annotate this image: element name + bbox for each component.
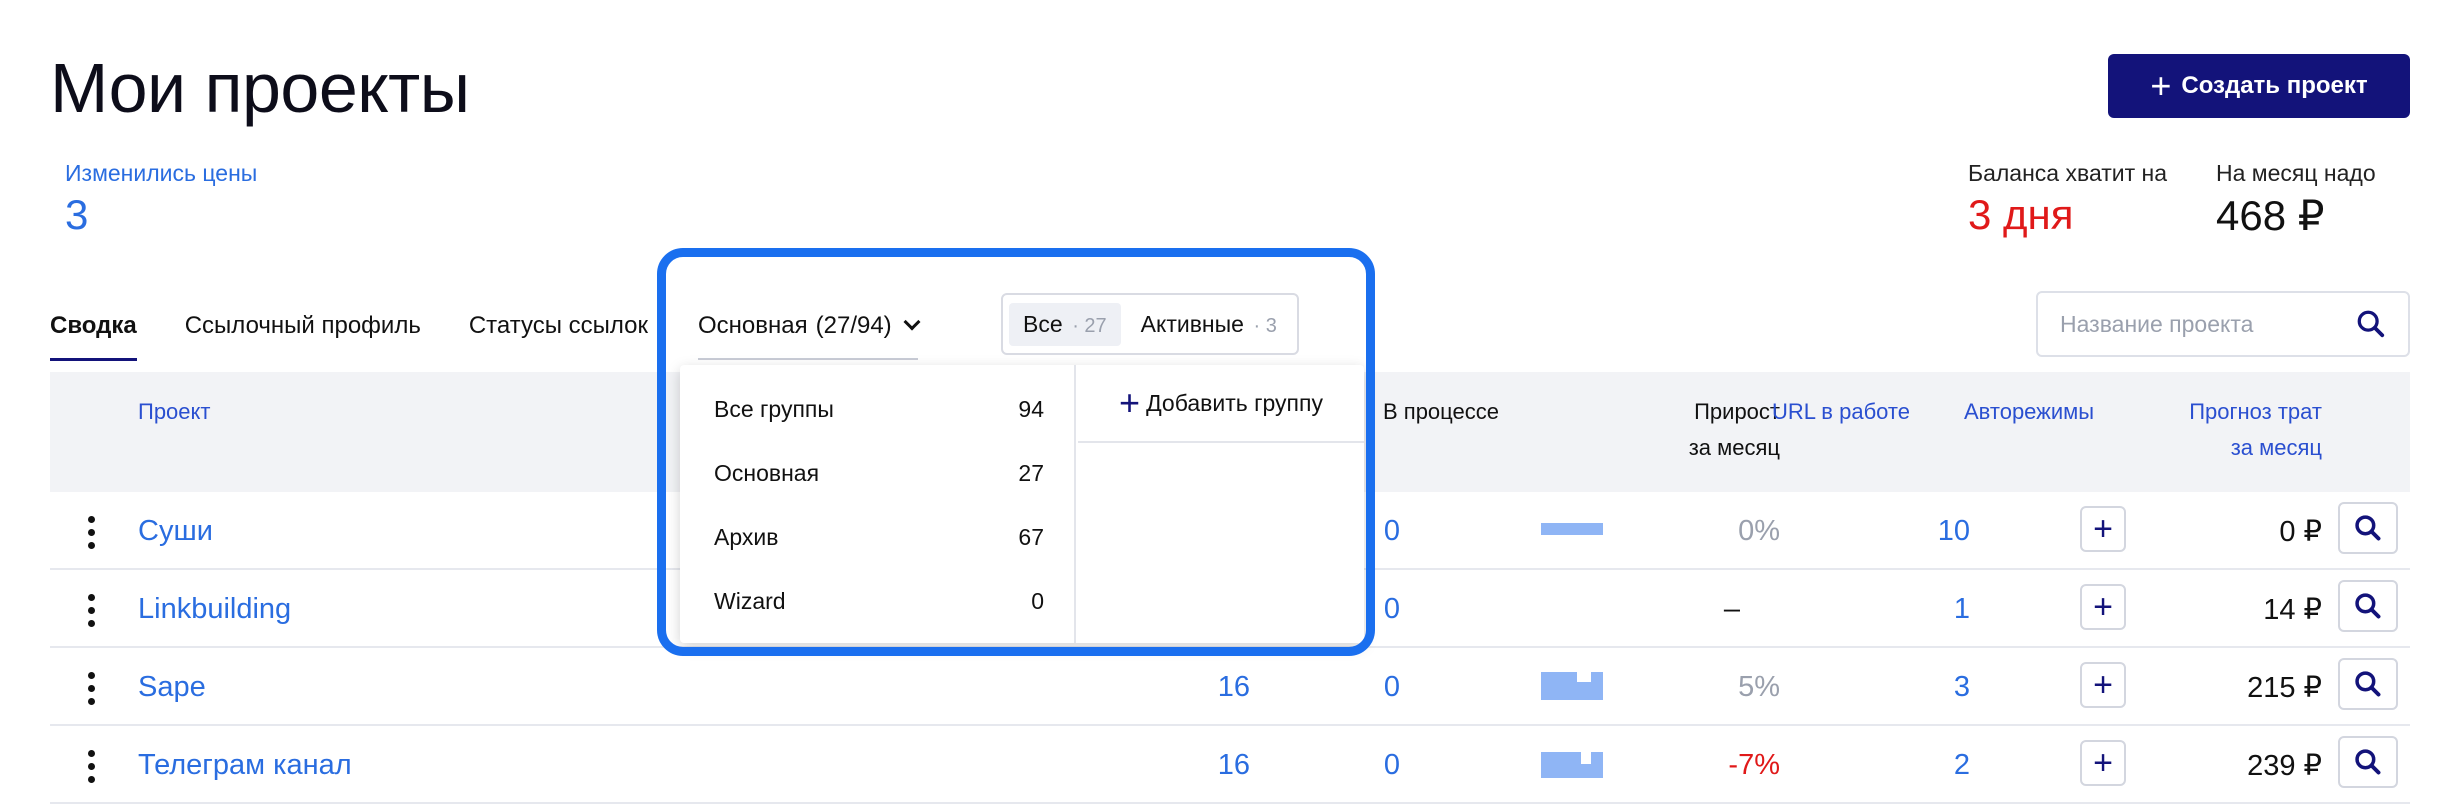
add-automode-button[interactable]: + xyxy=(2080,584,2126,630)
create-project-button[interactable]: + Создать проект xyxy=(2108,54,2410,118)
search-icon xyxy=(2355,671,2381,697)
project-forecast: 239 ₽ xyxy=(2247,749,2322,782)
prices-changed-value: 3 xyxy=(65,191,89,238)
column-urls[interactable]: URL в работе xyxy=(1772,394,1910,430)
plus-icon: + xyxy=(2150,65,2172,106)
column-project[interactable]: Проект xyxy=(138,394,210,430)
add-automode-button[interactable]: + xyxy=(2080,506,2126,552)
project-forecast: 215 ₽ xyxy=(2247,671,2322,704)
highlight-frame xyxy=(657,248,1375,656)
more-options-icon[interactable] xyxy=(88,594,96,628)
project-urls[interactable]: 3 xyxy=(1770,648,1970,726)
project-urls[interactable]: 2 xyxy=(1770,726,1970,804)
column-growth-line2: за месяц xyxy=(1688,435,1780,460)
monthly-stat: На месяц надо 468 ₽ xyxy=(2216,160,2376,240)
add-automode-button[interactable]: + xyxy=(2080,662,2126,708)
tab-link-profile[interactable]: Ссылочный профиль xyxy=(185,312,421,361)
project-name[interactable]: Sape xyxy=(138,648,206,726)
search-icon xyxy=(2355,593,2381,619)
project-in-progress[interactable]: 0 xyxy=(1200,648,1400,726)
prices-changed-label: Изменились цены xyxy=(65,160,258,186)
create-project-label: Создать проект xyxy=(2181,72,2368,99)
project-search-button[interactable] xyxy=(2338,658,2398,710)
page-title: Мои проекты xyxy=(50,49,470,127)
search-icon xyxy=(2355,749,2381,775)
add-automode-button[interactable]: + xyxy=(2080,740,2126,786)
column-in-progress[interactable]: В процессе xyxy=(1383,394,1499,430)
search-icon[interactable] xyxy=(2356,308,2386,340)
column-forecast-line1: Прогноз трат xyxy=(2189,399,2322,424)
prices-changed-stat[interactable]: Изменились цены 3 xyxy=(65,160,257,239)
project-forecast: 14 ₽ xyxy=(2263,593,2322,626)
project-search-button[interactable] xyxy=(2338,580,2398,632)
project-name[interactable]: Суши xyxy=(138,492,213,570)
project-growth: -7% xyxy=(1728,748,1780,781)
project-search-button[interactable] xyxy=(2338,736,2398,788)
project-urls[interactable]: 1 xyxy=(1770,570,1970,648)
balance-value: 3 дня xyxy=(1968,191,2074,238)
project-growth: 0% xyxy=(1738,514,1780,547)
project-search xyxy=(2036,291,2410,357)
search-input[interactable] xyxy=(2060,310,2356,338)
project-urls[interactable]: 10 xyxy=(1770,492,1970,570)
column-automodes[interactable]: Авторежимы xyxy=(1964,394,2094,430)
more-options-icon[interactable] xyxy=(88,750,96,784)
table-row: Телеграм канал 16 0 -7% 2 + 239 ₽ xyxy=(50,726,2410,804)
tab-summary[interactable]: Сводка xyxy=(50,312,137,361)
column-forecast[interactable]: Прогноз трат за месяц xyxy=(2110,394,2322,466)
column-forecast-line2: за месяц xyxy=(2230,435,2322,460)
view-tabs: Сводка Ссылочный профиль Статусы ссылок xyxy=(50,312,648,361)
balance-label: Баланса хватит на xyxy=(1968,160,2168,186)
project-search-button[interactable] xyxy=(2338,502,2398,554)
project-name[interactable]: Телеграм канал xyxy=(138,726,352,804)
more-options-icon[interactable] xyxy=(88,672,96,706)
project-forecast: 0 ₽ xyxy=(2279,515,2322,548)
project-name[interactable]: Linkbuilding xyxy=(138,570,291,648)
search-icon xyxy=(2355,515,2381,541)
column-growth-line1: Прирост xyxy=(1694,399,1780,424)
more-options-icon[interactable] xyxy=(88,516,96,550)
project-in-progress[interactable]: 0 xyxy=(1200,726,1400,804)
monthly-label: На месяц надо xyxy=(2216,160,2376,186)
balance-stat: Баланса хватит на 3 дня xyxy=(1968,160,2167,239)
project-growth: – xyxy=(1723,592,1740,625)
table-row: Sape 16 0 5% 3 + 215 ₽ xyxy=(50,648,2410,726)
column-growth[interactable]: Прирост за месяц xyxy=(1600,394,1780,466)
monthly-value: 468 ₽ xyxy=(2216,192,2325,239)
project-growth: 5% xyxy=(1738,670,1780,703)
tab-link-statuses[interactable]: Статусы ссылок xyxy=(469,312,648,361)
